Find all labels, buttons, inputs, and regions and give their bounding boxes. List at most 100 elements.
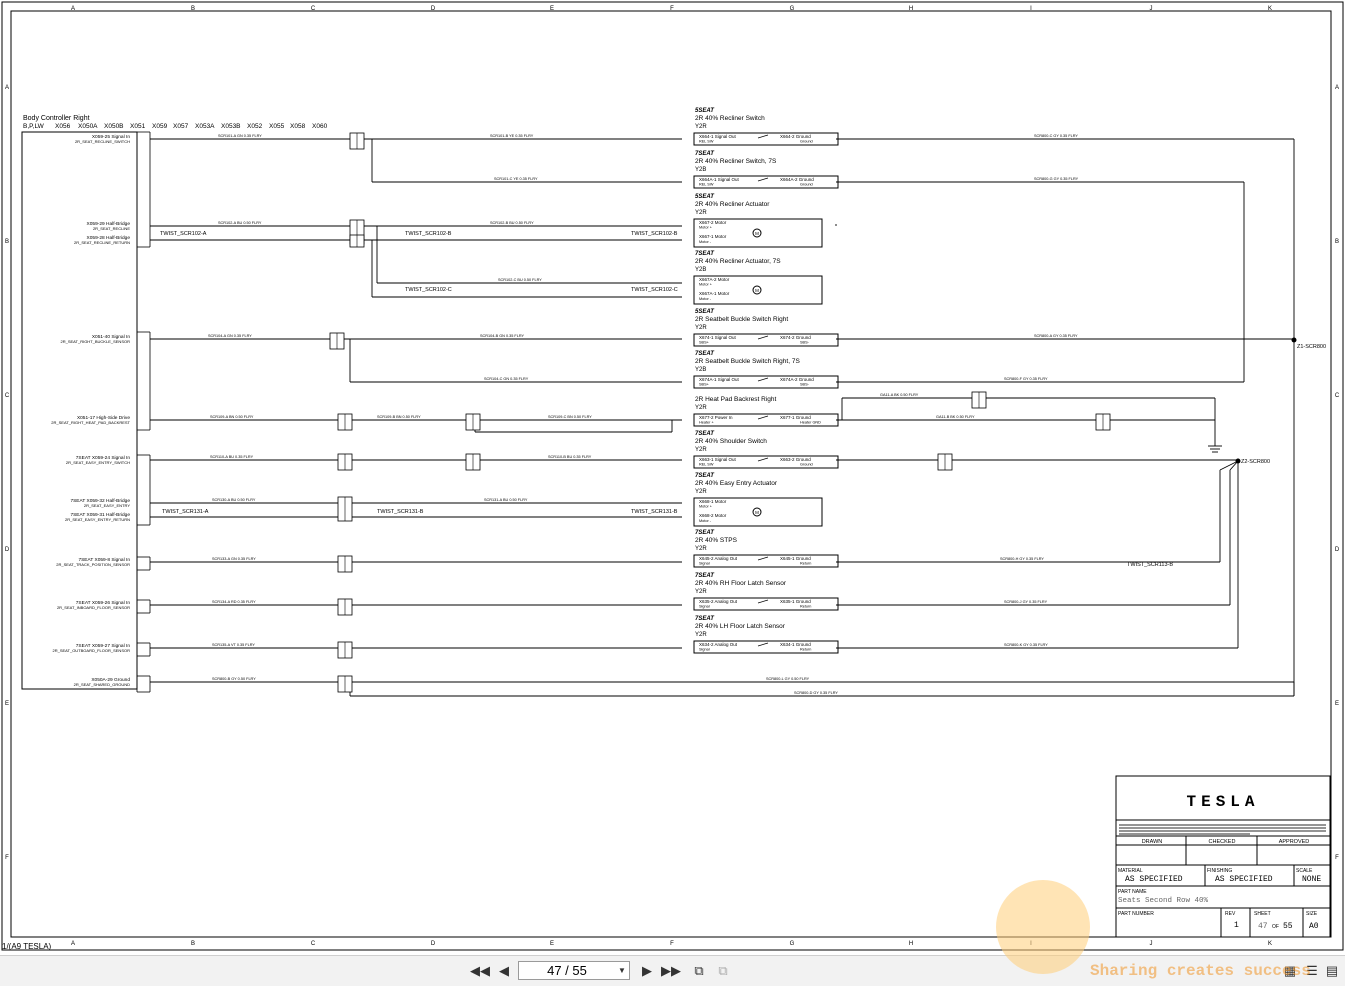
sheet-value: 47 — [1258, 922, 1268, 931]
component-pin2-sub: Motor - — [699, 297, 712, 301]
component-variant: 7SEAT — [695, 530, 715, 536]
grid-column-label: G — [790, 941, 795, 947]
component-location: Y2R — [695, 546, 707, 552]
schematic-drawing: AABBCCDDEEFFGGHHIIJJKKAABBCCDDEEFF Body … — [1, 1, 1344, 951]
grid-column-label: J — [1150, 941, 1153, 947]
component-pin2-sub: SBS- — [800, 341, 810, 345]
size-value: A0 — [1309, 922, 1319, 931]
component-pin2: X634-1 Ground — [780, 642, 811, 647]
wire-spec-label: SCR131-A BU 0.50 FLRY — [484, 498, 528, 502]
component-pin1-sub: SBS+ — [699, 383, 710, 387]
watermark-text: Sharing creates success — [1090, 962, 1311, 980]
page-number-field[interactable]: 47 / 55 ▼ — [518, 961, 630, 980]
component-location: Y2R — [695, 589, 707, 595]
wire-spec-label: SCR133-A GN 0.35 FLRY — [212, 557, 256, 561]
component-pin1-sub: REL SW — [699, 183, 714, 187]
tesla-logo: TESLA — [1186, 793, 1259, 811]
splice-label-top: Z1-SCR800 — [1297, 344, 1326, 350]
component-location: Y2R — [695, 489, 707, 495]
controller-connector: X060 — [312, 123, 328, 130]
scale-value: NONE — [1302, 875, 1321, 884]
motor-symbol: M — [755, 231, 759, 236]
grid-row-label: A — [1335, 85, 1339, 91]
material-value: AS SPECIFIED — [1125, 875, 1183, 884]
component-variant: 5SEAT — [695, 108, 715, 114]
twist-label: TWIST_SCR102-C — [631, 287, 678, 293]
material-label: MATERIAL — [1118, 868, 1143, 874]
controller-connector: X051 — [130, 123, 146, 130]
grid-column-label: D — [431, 6, 436, 12]
component-11: 7SEAT2R 40% LH Floor Latch Sensor Y2R X634… — [693, 616, 839, 654]
pin-net-label: 2R_SEAT_INBOARD_FLOOR_SENSOR — [57, 605, 130, 610]
rotate-view-icon: ⧉ — [718, 963, 728, 978]
twist-label: TWIST_SCR102-C — [405, 287, 452, 293]
grid-column-label: A — [71, 6, 75, 12]
component-pin1: X674-1 Signal Out — [699, 335, 737, 340]
sheet-label: SHEET — [1254, 911, 1271, 917]
grid-row-label: C — [5, 393, 10, 399]
component-pin1: X645-2 Analog Out — [699, 556, 738, 561]
component-name: 2R Seatbelt Buckle Switch Right, 7S — [695, 358, 800, 365]
first-page-button[interactable]: ◀◀ — [470, 961, 490, 981]
previous-page-button[interactable]: ◀ — [494, 961, 514, 981]
component-pin2-sub: Ground — [800, 183, 813, 187]
two-page-view-button[interactable]: ▤ — [1322, 961, 1342, 981]
component-pin2: X674A-2 Ground — [780, 377, 814, 382]
motor-symbol: M — [755, 288, 759, 293]
page-number-value: 47 / 55 — [547, 963, 587, 978]
ground-symbol — [1208, 420, 1222, 453]
wire-spec-label: SCR800-B GY 0.50 FLRY — [212, 677, 256, 681]
sheet-total: 55 — [1283, 922, 1293, 931]
component-pin2: X668-2 Motor — [699, 513, 727, 518]
approved-label: APPROVED — [1279, 839, 1310, 845]
controller-connectors: X056 X050A X050B X051 X059 X057 X053A X053B X052… — [55, 123, 328, 130]
wire-spec-label: SCR800-J GY 0.35 FLRY — [1004, 600, 1048, 604]
grid-column-label: H — [909, 941, 913, 947]
rev-value: 1 — [1234, 921, 1239, 930]
controller-connector: X052 — [247, 123, 263, 130]
component-pin1: X667-2 Motor — [699, 220, 727, 225]
component-pin1-sub: SBS+ — [699, 341, 710, 345]
component-6: 2R Heat Pad Backrest Right Y2R X677-2 Powe… — [693, 396, 839, 427]
grid-column-label: C — [311, 6, 316, 12]
component-pin2-sub: Motor - — [699, 240, 712, 244]
controller-connector: X050A — [78, 123, 98, 130]
component-variant: 7SEAT — [695, 431, 715, 437]
component-10: 7SEAT2R 40% RH Floor Latch Sensor Y2R X635… — [693, 573, 839, 611]
grid-column-label: B — [191, 6, 195, 12]
fit-page-button[interactable]: ⧉ — [689, 961, 709, 981]
rotate-view-button[interactable]: ⧉ — [713, 961, 733, 981]
component-pin1: X668-1 Motor — [699, 499, 727, 504]
components: 5SEAT2R 40% Recliner SwitchY2RX664-1 Sig… — [693, 108, 839, 654]
wire-spec-label: SCR800-D GY 0.35 FLRY — [794, 691, 838, 695]
next-page-icon: ▶ — [642, 963, 652, 978]
component-variant: 7SEAT — [695, 251, 715, 257]
component-location: Y2R — [695, 405, 707, 411]
component-pin1-sub: Motor + — [699, 226, 713, 230]
wire-spec-label: SCR800-L GY 0.50 FLRY — [766, 677, 810, 681]
sheet-footer: 1/(A9 TESLA) — [2, 942, 52, 951]
component-name: 2R 40% Easy Entry Actuator — [695, 480, 778, 487]
splice-dot — [1291, 337, 1297, 343]
chevron-down-icon[interactable]: ▼ — [615, 966, 629, 975]
component-pin1: X664-1 Signal Out — [699, 134, 737, 139]
last-page-button[interactable]: ▶▶ — [661, 961, 681, 981]
component-pin1: X635-2 Analog Out — [699, 599, 738, 604]
component-pin2-sub: Heater GND — [800, 421, 821, 425]
grid-row-label: A — [5, 85, 9, 91]
scale-label: SCALE — [1296, 868, 1313, 874]
wire-spec-label: SCR102-C BU 0.50 FLRY — [498, 278, 542, 282]
pin-net-label: 2R_SEAT_RIGHT_HEAT_PAD_BACKREST — [51, 420, 130, 425]
next-page-button[interactable]: ▶ — [637, 961, 657, 981]
switch-symbol — [757, 599, 769, 604]
outer-border — [1, 1, 1344, 951]
rev-label: REV — [1225, 911, 1236, 917]
twist-label: TWIST_SCR102-B — [631, 231, 678, 237]
splice-dot — [1235, 458, 1241, 464]
component-location: Y2B — [695, 367, 706, 373]
part-name-label: PART NAME — [1118, 889, 1147, 895]
wire-spec-label: GA11-B BK 0.50 FLRY — [936, 415, 975, 419]
component-variant: 5SEAT — [695, 309, 715, 315]
part-name-value: Seats Second Row 40% — [1118, 897, 1209, 905]
splice-label-bottom: Z2-SCR800 — [1241, 459, 1270, 465]
